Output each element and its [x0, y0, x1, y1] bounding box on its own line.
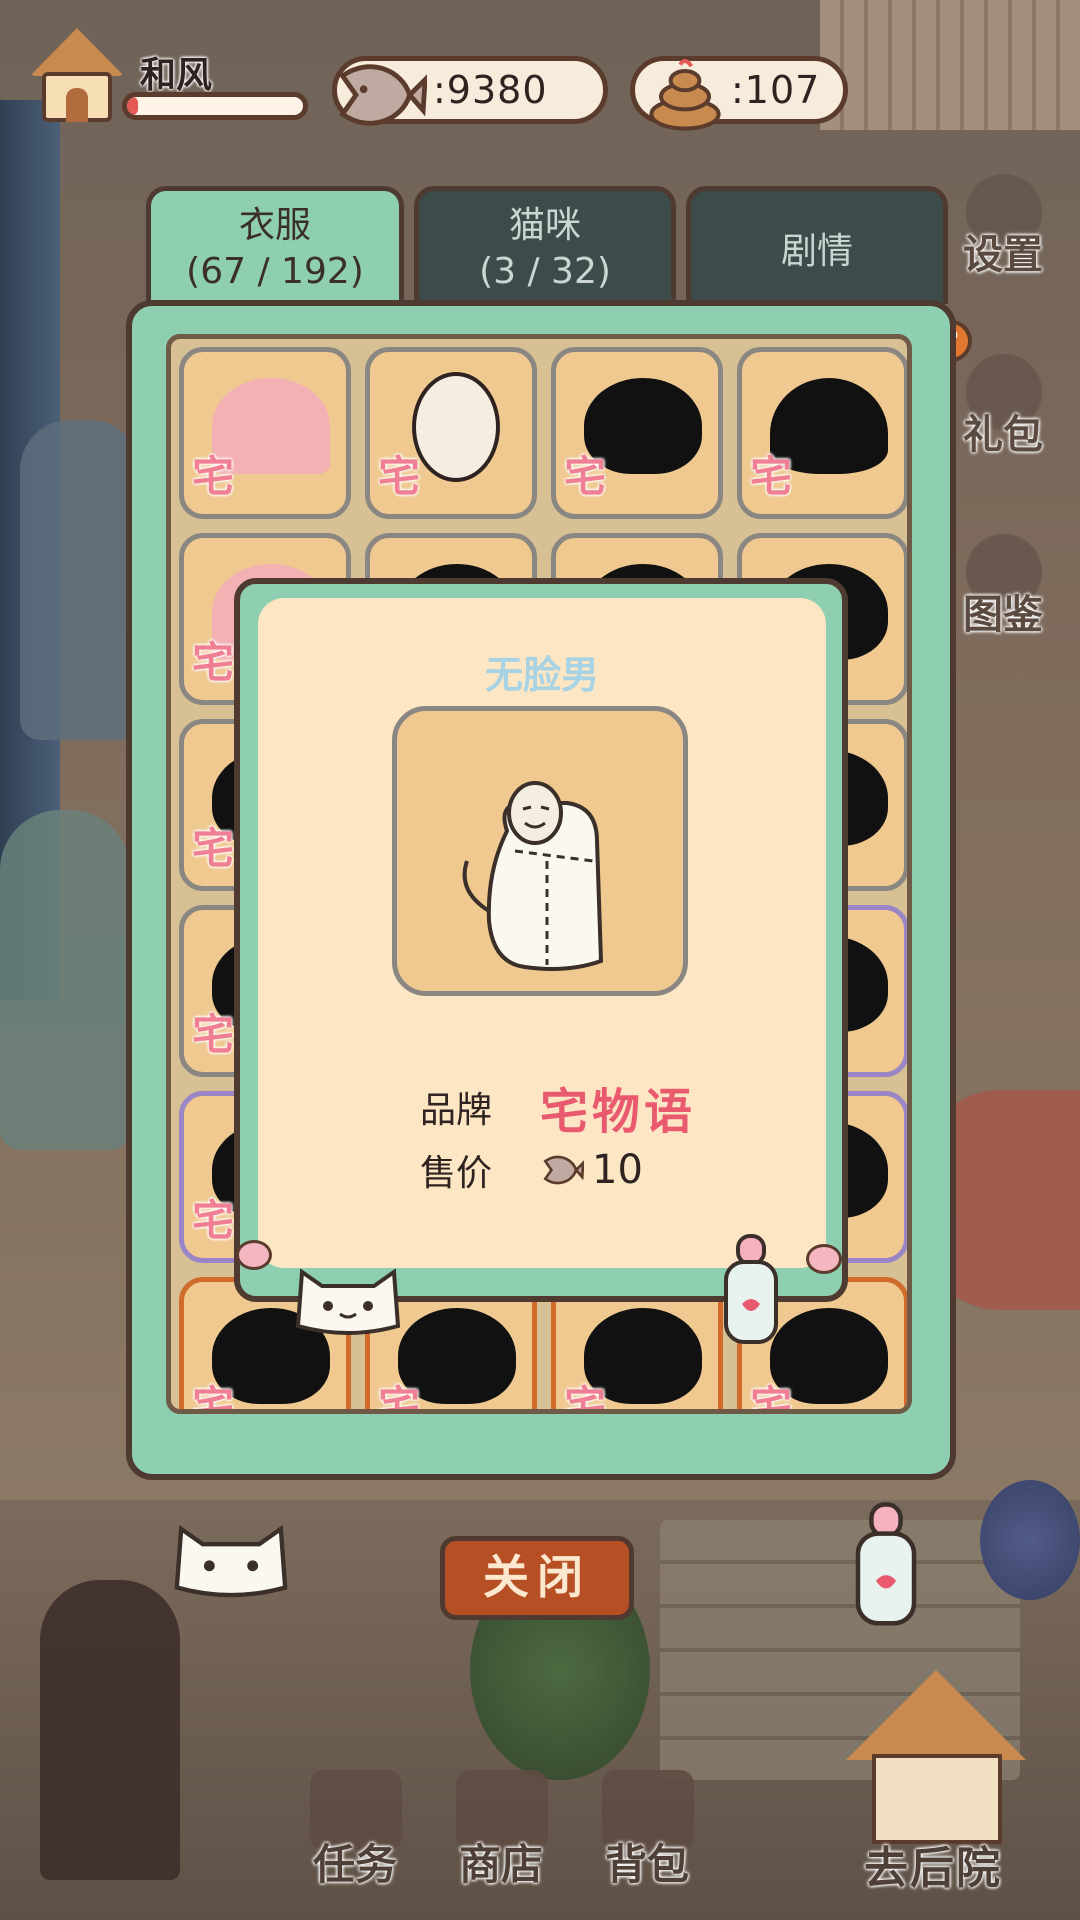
brand-mark: 宅: [564, 1382, 607, 1414]
gift-button[interactable]: 礼包: [948, 350, 1058, 460]
price-row: 售价 10: [420, 1144, 643, 1196]
backyard-label: 去后院: [864, 1843, 1002, 1894]
catalog-item-locked[interactable]: 宅: [551, 347, 723, 519]
fish-icon: [339, 64, 427, 126]
fish-icon: [543, 1155, 584, 1185]
shopkeeper-character[interactable]: [40, 1580, 180, 1880]
tab-clothes-label: 衣服: [238, 205, 311, 246]
home-icon[interactable]: [22, 18, 132, 128]
poop-currency[interactable]: :107: [630, 56, 848, 131]
home-icon-door: [66, 88, 88, 122]
customer-character[interactable]: [0, 810, 130, 1150]
fish-currency[interactable]: :9380: [332, 56, 608, 126]
brand-mark: 宅: [192, 824, 235, 873]
brand-mark: 宅: [750, 1382, 793, 1414]
price-value: 10: [592, 1147, 643, 1193]
customer-character[interactable]: [20, 420, 140, 740]
xp-progress-fill: [127, 97, 138, 115]
cat-face-icon: [174, 1525, 288, 1598]
tab-clothes-count: (67 / 192): [186, 251, 364, 292]
flower-decoration: [980, 1480, 1080, 1600]
tab-story[interactable]: 剧情: [686, 186, 948, 304]
guide-label: 图鉴: [963, 592, 1043, 638]
cat-face-icon: [295, 1268, 401, 1335]
brand-mark: 宅: [192, 638, 235, 687]
tab-cats[interactable]: 猫咪 (3 / 32): [414, 186, 676, 304]
player-name: 和风: [140, 55, 213, 96]
price-label: 售价: [420, 1153, 493, 1194]
poop-count: :107: [731, 68, 821, 112]
brand-mark: 宅: [192, 1382, 235, 1414]
milk-bottle-icon: [855, 1502, 917, 1626]
tab-story-label: 剧情: [780, 231, 853, 272]
home-icon-roof: [30, 28, 124, 76]
brand-mark: 宅: [564, 452, 607, 501]
catalog-item[interactable]: 宅: [365, 347, 537, 519]
bag-button[interactable]: 背包: [582, 1770, 712, 1896]
catalog-item-locked[interactable]: 宅: [737, 347, 907, 519]
brand-mark: 宅: [192, 452, 235, 501]
poop-icon: [649, 59, 721, 131]
shop-label: 商店: [458, 1840, 543, 1889]
room-window: [820, 0, 1080, 130]
settings-label: 设置: [963, 232, 1043, 278]
brand-label: 品牌: [420, 1090, 493, 1131]
brand-mark: 宅: [378, 452, 421, 501]
tab-cats-label: 猫咪: [508, 205, 581, 246]
guide-button[interactable]: 图鉴: [948, 530, 1058, 640]
shop-button[interactable]: 商店: [436, 1770, 566, 1896]
milk-bottle-icon: [724, 1234, 778, 1344]
paw-icon: [236, 1240, 272, 1270]
bag-label: 背包: [604, 1840, 689, 1889]
brand-mark: 宅: [192, 1010, 235, 1059]
xp-progress-bar: [122, 92, 308, 120]
tab-clothes[interactable]: 衣服 (67 / 192): [146, 186, 404, 304]
backyard-button[interactable]: 去后院: [806, 1670, 1060, 1900]
catalog-item[interactable]: 宅: [179, 347, 351, 519]
tasks-label: 任务: [312, 1840, 397, 1889]
tab-cats-count: (3 / 32): [479, 251, 611, 292]
backyard-house-icon: [872, 1754, 1002, 1844]
brand-row: 品牌 宅物语: [420, 1072, 696, 1142]
item-name: 无脸男: [484, 653, 599, 697]
no-face-mask-icon: [412, 372, 500, 482]
item-preview: [392, 706, 688, 996]
settings-button[interactable]: 设置: [948, 170, 1058, 280]
gift-label: 礼包: [963, 412, 1043, 458]
brand-mark: 宅: [192, 1196, 235, 1245]
paw-icon: [806, 1244, 842, 1274]
brand-mark: 宅: [378, 1382, 421, 1414]
brand-mark: 宅: [750, 452, 793, 501]
no-face-cat-icon: [462, 781, 604, 971]
brand-value: 宅物语: [540, 1084, 697, 1140]
tasks-button[interactable]: 任务: [290, 1770, 420, 1896]
backyard-house-roof: [846, 1670, 1026, 1760]
fish-count: :9380: [433, 68, 548, 112]
close-button[interactable]: 关闭: [440, 1536, 634, 1620]
